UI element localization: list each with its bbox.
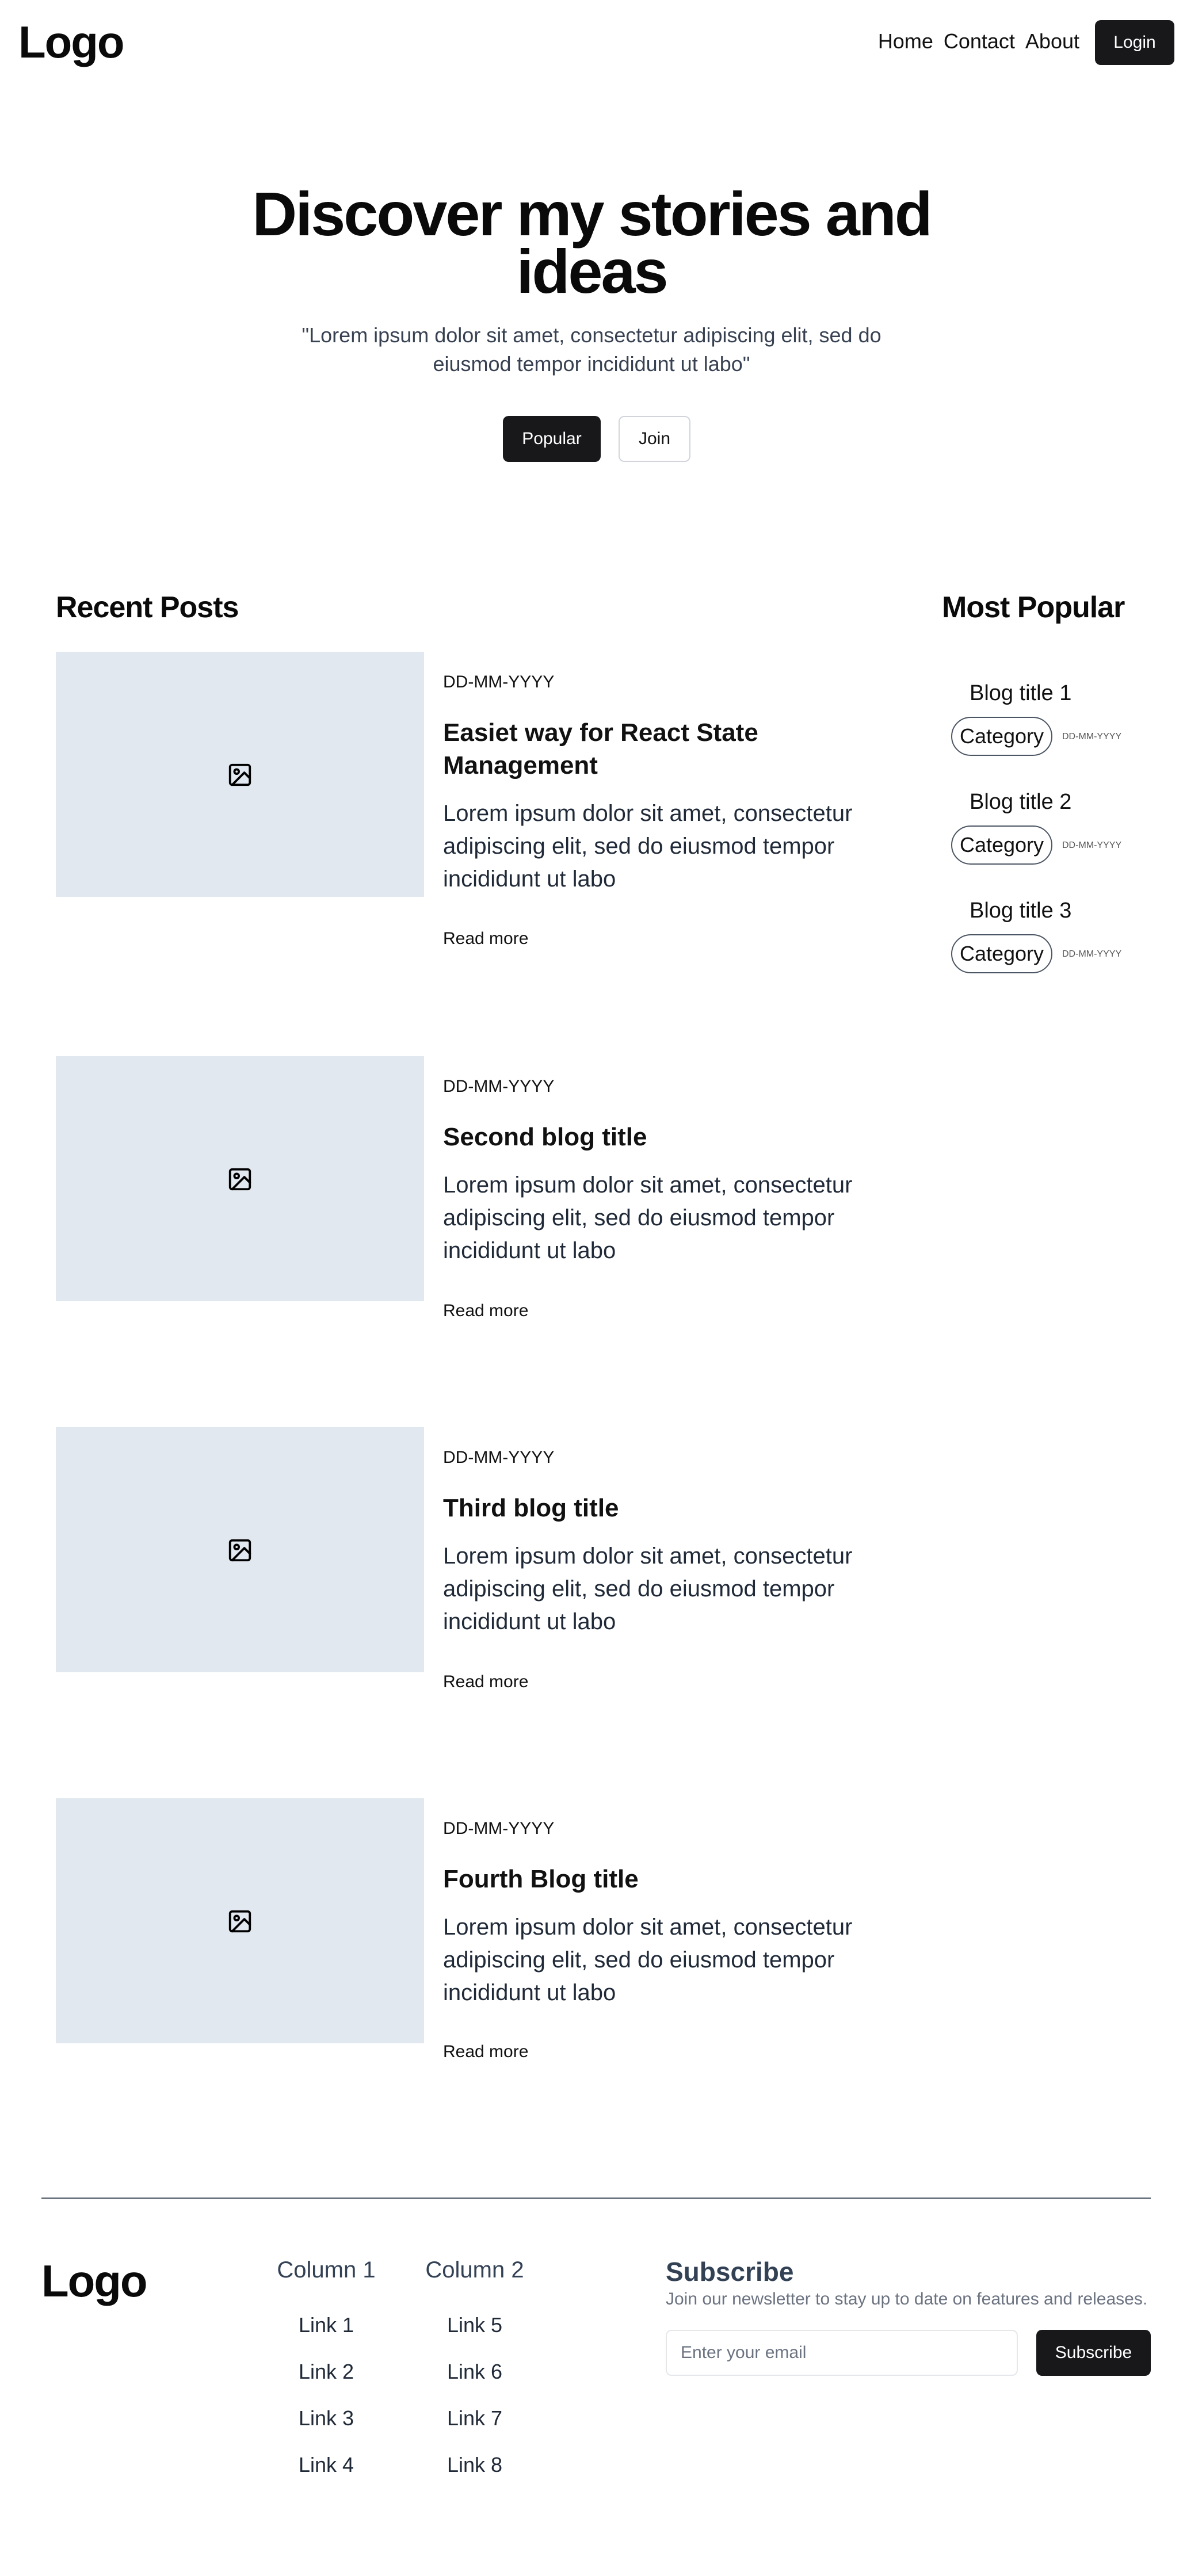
read-more-link[interactable]: Read more — [443, 2042, 528, 2062]
read-more-link[interactable]: Read more — [443, 1301, 528, 1321]
login-button[interactable]: Login — [1095, 20, 1174, 65]
read-more-link[interactable]: Read more — [443, 1672, 528, 1692]
popular-item: Blog title 1 Category DD-MM-YYYY — [951, 681, 1135, 779]
image-icon — [228, 763, 251, 786]
footer-link[interactable]: Link 4 — [269, 2451, 384, 2497]
post-card: DD-MM-YYYY Third blog title Lorem ipsum … — [56, 1427, 861, 1691]
post-date: DD-MM-YYYY — [443, 672, 555, 691]
popular-item-title[interactable]: Blog title 3 — [970, 899, 1071, 923]
footer-link[interactable]: Link 6 — [417, 2357, 532, 2404]
post-excerpt: Lorem ipsum dolor sit amet, consectetur … — [443, 1543, 853, 1634]
post-card: DD-MM-YYYY Second blog title Lorem ipsum… — [56, 1056, 861, 1320]
nav-contact-link[interactable]: Contact — [944, 30, 1015, 53]
footer-divider — [41, 2197, 1151, 2199]
footer-logo[interactable]: Logo — [41, 2255, 148, 2307]
most-popular-heading: Most Popular — [942, 591, 1125, 624]
post-image-placeholder[interactable] — [56, 1798, 424, 2043]
read-more-link[interactable]: Read more — [443, 929, 528, 949]
main-nav: Home Contact About — [878, 30, 1079, 53]
post-date: DD-MM-YYYY — [443, 1819, 555, 1838]
nav-home-link[interactable]: Home — [878, 30, 933, 53]
hero-title: Discover my stories and ideas — [252, 179, 933, 306]
popular-item: Blog title 2 Category DD-MM-YYYY — [951, 790, 1135, 888]
footer-link[interactable]: Link 8 — [417, 2451, 532, 2497]
category-badge[interactable]: Category — [951, 934, 1052, 973]
post-title[interactable]: Third blog title — [443, 1492, 880, 1524]
footer-column-heading: Column 1 — [277, 2257, 376, 2283]
site-header: Logo Home Contact About Login — [0, 0, 1183, 86]
post-excerpt: Lorem ipsum dolor sit amet, consectetur … — [443, 801, 853, 892]
category-badge[interactable]: Category — [951, 825, 1052, 865]
email-input[interactable] — [666, 2330, 1018, 2376]
footer-link[interactable]: Link 1 — [269, 2311, 384, 2357]
post-card: DD-MM-YYYY Fourth Blog title Lorem ipsum… — [56, 1798, 861, 2061]
post-excerpt: Lorem ipsum dolor sit amet, consectetur … — [443, 1914, 853, 2005]
post-date: DD-MM-YYYY — [443, 1448, 555, 1467]
footer-column-2: Column 2 Link 5 Link 6 Link 7 Link 8 — [417, 2257, 532, 2497]
image-icon — [228, 1910, 251, 1933]
popular-button[interactable]: Popular — [503, 416, 601, 462]
footer-link[interactable]: Link 3 — [269, 2404, 384, 2451]
post-image-placeholder[interactable] — [56, 652, 424, 897]
popular-item: Blog title 3 Category DD-MM-YYYY — [951, 899, 1135, 996]
category-badge[interactable]: Category — [951, 717, 1052, 756]
post-title[interactable]: Fourth Blog title — [443, 1863, 880, 1895]
post-excerpt: Lorem ipsum dolor sit amet, consectetur … — [443, 1172, 853, 1263]
popular-item-date: DD-MM-YYYY — [1062, 949, 1122, 959]
subscribe-description: Join our newsletter to stay up to date o… — [666, 2290, 1148, 2309]
popular-item-date: DD-MM-YYYY — [1062, 732, 1122, 742]
post-date: DD-MM-YYYY — [443, 1077, 555, 1096]
join-button[interactable]: Join — [619, 416, 690, 462]
footer-column-1: Column 1 Link 1 Link 2 Link 3 Link 4 — [269, 2257, 384, 2497]
recent-posts-heading: Recent Posts — [56, 591, 239, 624]
hero-subtitle: "Lorem ipsum dolor sit amet, consectetur… — [302, 323, 881, 376]
subscribe-button[interactable]: Subscribe — [1036, 2330, 1151, 2376]
popular-item-title[interactable]: Blog title 2 — [970, 790, 1071, 815]
image-icon — [228, 1168, 251, 1191]
site-logo[interactable]: Logo — [18, 17, 125, 67]
nav-about-link[interactable]: About — [1025, 30, 1079, 53]
footer-column-heading: Column 2 — [425, 2257, 524, 2283]
subscribe-title: Subscribe — [666, 2257, 794, 2287]
post-title[interactable]: Easiet way for React State Management — [443, 716, 880, 782]
post-image-placeholder[interactable] — [56, 1427, 424, 1672]
popular-item-title[interactable]: Blog title 1 — [970, 681, 1071, 706]
image-icon — [228, 1539, 251, 1562]
footer-link[interactable]: Link 5 — [417, 2311, 532, 2357]
footer-link[interactable]: Link 7 — [417, 2404, 532, 2451]
post-image-placeholder[interactable] — [56, 1056, 424, 1301]
footer-link[interactable]: Link 2 — [269, 2357, 384, 2404]
post-title[interactable]: Second blog title — [443, 1121, 880, 1153]
post-card: DD-MM-YYYY Easiet way for React State Ma… — [56, 652, 861, 948]
popular-item-date: DD-MM-YYYY — [1062, 840, 1122, 850]
